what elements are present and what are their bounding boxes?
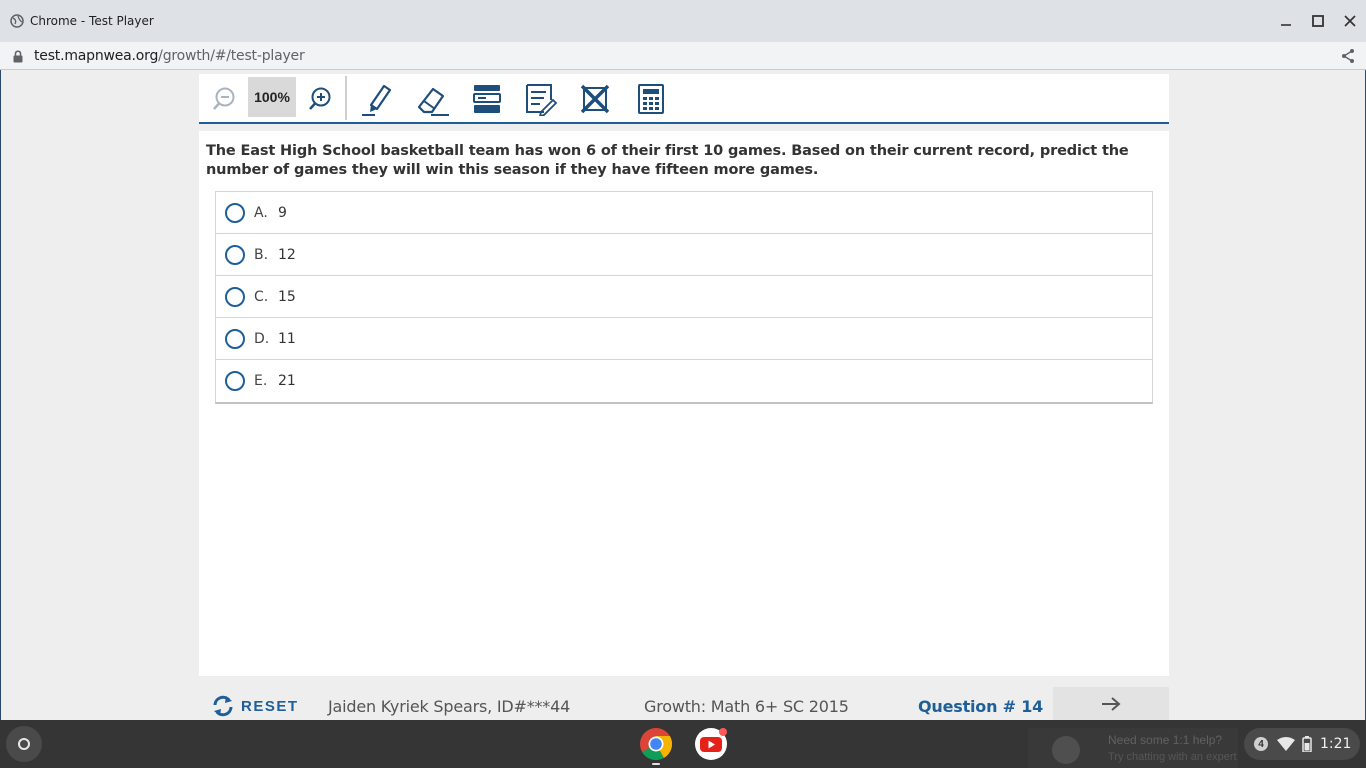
reset-icon <box>213 695 233 717</box>
notification-preview[interactable]: Need some 1:1 help? Try chatting with an… <box>1028 728 1238 768</box>
chrome-app-icon[interactable] <box>639 727 673 761</box>
question-number: Question # 14 <box>918 697 1044 716</box>
notification-text: Try chatting with an expert <box>1108 751 1237 763</box>
address-bar[interactable]: test.mapnwea.org/growth/#/test-player <box>0 42 1366 70</box>
choice-e[interactable]: E. 21 <box>216 360 1152 402</box>
url-path: /growth/#/test-player <box>158 48 305 64</box>
window-title: Chrome - Test Player <box>30 14 154 28</box>
answer-eliminator-icon <box>580 84 610 114</box>
choice-d[interactable]: D. 11 <box>216 318 1152 360</box>
notepad-icon <box>526 84 558 116</box>
battery-icon <box>1302 736 1312 752</box>
radio-button[interactable] <box>225 203 245 223</box>
radio-button[interactable] <box>225 245 245 265</box>
answer-choices: A. 9 B. 12 C. 15 D. 11 E. 21 <box>215 191 1153 404</box>
toolbar-divider <box>345 76 347 120</box>
window-titlebar: Chrome - Test Player <box>0 0 1366 42</box>
clock: 1:21 <box>1320 736 1352 752</box>
radio-button[interactable] <box>225 371 245 391</box>
student-info: Jaiden Kyriek Spears, ID#***44 <box>328 697 571 716</box>
question-stem: The East High School basketball team has… <box>206 143 1129 178</box>
youtube-app-icon[interactable] <box>694 727 728 761</box>
zoom-in-icon <box>309 87 331 110</box>
next-question-button[interactable] <box>1053 687 1169 720</box>
tools-toolbar: 100% <box>199 74 1169 124</box>
notification-count-badge: 4 <box>1254 737 1268 751</box>
question-panel: The East High School basketball team has… <box>199 131 1169 676</box>
radio-button[interactable] <box>225 329 245 349</box>
choice-value: 12 <box>278 247 296 263</box>
choice-letter: B. <box>254 247 269 263</box>
reset-label: RESET <box>241 697 299 715</box>
choice-letter: C. <box>254 289 269 305</box>
choice-letter: E. <box>254 373 268 389</box>
lock-icon <box>13 50 23 63</box>
arrow-right-icon <box>1102 696 1121 711</box>
status-tray[interactable]: 4 1:21 <box>1244 728 1360 760</box>
eraser-tool-button[interactable] <box>413 80 453 118</box>
launcher-icon <box>18 738 30 750</box>
running-indicator <box>652 763 660 765</box>
url-host: test.mapnwea.org <box>34 48 159 64</box>
test-footer: RESET Jaiden Kyriek Spears, ID#***44 Gro… <box>199 687 1169 720</box>
radio-button[interactable] <box>225 287 245 307</box>
choice-b[interactable]: B. 12 <box>216 234 1152 276</box>
zoom-in-button[interactable] <box>303 80 337 118</box>
avatar <box>1052 736 1080 764</box>
line-reader-button[interactable] <box>467 80 507 118</box>
answer-eliminator-button[interactable] <box>575 80 615 118</box>
choice-letter: D. <box>254 331 270 347</box>
notification-title: Need some 1:1 help? <box>1108 733 1223 747</box>
url-text[interactable]: test.mapnwea.org/growth/#/test-player <box>34 48 305 64</box>
wifi-icon <box>1277 737 1295 751</box>
pen-tool-button[interactable] <box>357 80 397 118</box>
choice-value: 9 <box>278 205 287 221</box>
globe-icon <box>10 14 24 28</box>
close-window-button[interactable] <box>1341 12 1359 30</box>
test-player-page: 100% The East High School basketball tea… <box>0 70 1366 720</box>
zoom-out-icon <box>213 87 235 110</box>
test-name: Growth: Math 6+ SC 2015 <box>644 697 849 716</box>
line-reader-icon <box>473 85 501 113</box>
calculator-icon <box>638 84 664 114</box>
maximize-button[interactable] <box>1309 12 1327 30</box>
pen-icon <box>362 84 392 116</box>
choice-value: 11 <box>278 331 296 347</box>
calculator-button[interactable] <box>631 80 671 118</box>
choice-c[interactable]: C. 15 <box>216 276 1152 318</box>
minimize-button[interactable] <box>1277 12 1295 30</box>
os-shelf: Need some 1:1 help? Try chatting with an… <box>0 720 1366 768</box>
share-icon[interactable] <box>1340 48 1356 64</box>
reset-button[interactable]: RESET <box>211 693 299 719</box>
zoom-out-button[interactable] <box>207 80 241 118</box>
eraser-icon <box>417 87 449 116</box>
zoom-level: 100% <box>248 77 296 117</box>
choice-a[interactable]: A. 9 <box>216 192 1152 234</box>
choice-value: 15 <box>278 289 296 305</box>
notepad-button[interactable] <box>521 80 561 118</box>
launcher-button[interactable] <box>6 726 42 762</box>
choice-letter: A. <box>254 205 268 221</box>
choice-value: 21 <box>278 373 296 389</box>
